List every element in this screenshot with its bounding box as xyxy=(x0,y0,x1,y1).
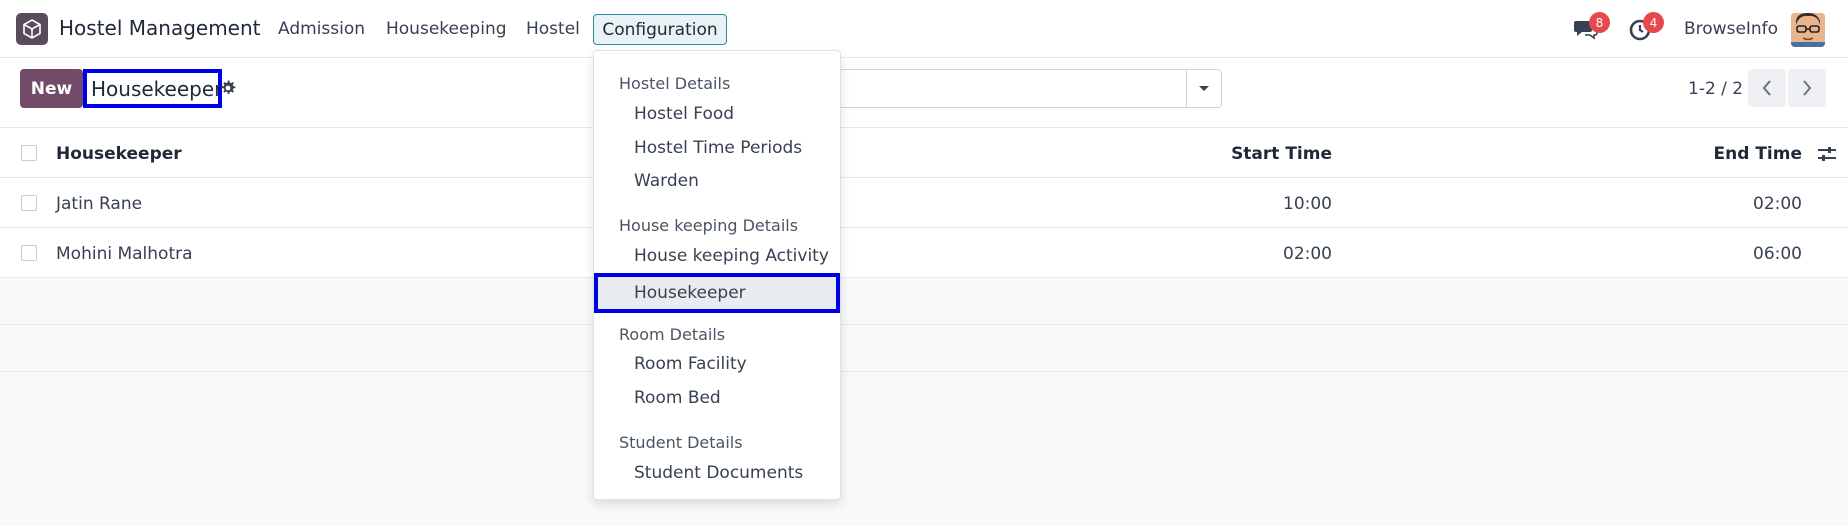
search-options-toggle[interactable] xyxy=(1186,69,1222,108)
menu-item-warden[interactable]: Warden xyxy=(634,171,699,191)
empty-row xyxy=(0,325,1848,372)
list-view: Housekeeper Start Time End Time Jatin Ra… xyxy=(0,128,1848,372)
table-header: Housekeeper Start Time End Time xyxy=(0,128,1848,178)
control-panel: New Housekeeper 1-2 / 2 xyxy=(0,58,1848,128)
company-name[interactable]: BrowseInfo xyxy=(1684,19,1778,39)
column-header-end-time[interactable]: End Time xyxy=(1714,144,1802,164)
chevron-right-icon xyxy=(1803,80,1812,96)
menu-item-room-bed[interactable]: Room Bed xyxy=(634,388,721,408)
start-time[interactable]: 10:00 xyxy=(1283,194,1332,214)
pager-previous-button[interactable] xyxy=(1748,69,1786,107)
pager-next-button[interactable] xyxy=(1788,69,1826,107)
end-time[interactable]: 06:00 xyxy=(1753,244,1802,264)
dropdown-group-student-details: Student Details xyxy=(619,433,743,452)
pager-value[interactable]: 1-2 / 2 xyxy=(1688,79,1743,99)
row-checkbox[interactable] xyxy=(21,195,37,211)
caret-down-icon xyxy=(1199,85,1209,91)
start-time[interactable]: 02:00 xyxy=(1283,244,1332,264)
column-header-start-time[interactable]: Start Time xyxy=(1231,144,1332,164)
dropdown-group-hostel-details: Hostel Details xyxy=(619,74,731,93)
menu-item-housekeeper[interactable]: Housekeeper xyxy=(594,273,840,313)
row-checkbox[interactable] xyxy=(21,245,37,261)
empty-row xyxy=(0,278,1848,325)
menu-admission[interactable]: Admission xyxy=(278,19,365,39)
activities-badge: 4 xyxy=(1643,12,1664,33)
dropdown-group-house-keeping-details: House keeping Details xyxy=(619,216,799,235)
optional-columns-icon[interactable] xyxy=(1817,145,1837,163)
column-header-housekeeper[interactable]: Housekeeper xyxy=(56,144,182,164)
dropdown-group-room-details: Room Details xyxy=(619,325,726,344)
table-row[interactable]: Mohini Malhotra 02:00 06:00 xyxy=(0,228,1848,278)
messages-badge: 8 xyxy=(1589,12,1610,33)
page-title: Housekeeper xyxy=(83,69,222,108)
new-button[interactable]: New xyxy=(20,69,83,108)
gear-icon[interactable] xyxy=(219,79,237,97)
select-all-checkbox[interactable] xyxy=(21,145,37,161)
menu-item-student-documents[interactable]: Student Documents xyxy=(634,463,803,483)
menu-item-hostel-food[interactable]: Hostel Food xyxy=(634,104,734,124)
table-row[interactable]: Jatin Rane 10:00 02:00 xyxy=(0,178,1848,228)
housekeeper-name[interactable]: Jatin Rane xyxy=(56,194,142,214)
menu-configuration[interactable]: Configuration xyxy=(593,14,727,45)
menu-hostel[interactable]: Hostel xyxy=(526,19,580,39)
search-input[interactable] xyxy=(838,69,1187,108)
app-logo-icon[interactable] xyxy=(16,13,48,45)
chevron-left-icon xyxy=(1762,80,1771,96)
menu-item-room-facility[interactable]: Room Facility xyxy=(634,354,747,374)
app-name[interactable]: Hostel Management xyxy=(59,16,261,40)
menu-housekeeping[interactable]: Housekeeping xyxy=(386,19,507,39)
menu-item-hostel-time-periods[interactable]: Hostel Time Periods xyxy=(634,138,802,158)
user-avatar[interactable] xyxy=(1791,13,1825,47)
housekeeper-name[interactable]: Mohini Malhotra xyxy=(56,244,193,264)
end-time[interactable]: 02:00 xyxy=(1753,194,1802,214)
top-navbar: Hostel Management Admission Housekeeping… xyxy=(0,0,1848,58)
configuration-dropdown-menu: Hostel Details Hostel Food Hostel Time P… xyxy=(593,50,841,500)
menu-item-house-keeping-activity[interactable]: House keeping Activity xyxy=(634,246,829,266)
